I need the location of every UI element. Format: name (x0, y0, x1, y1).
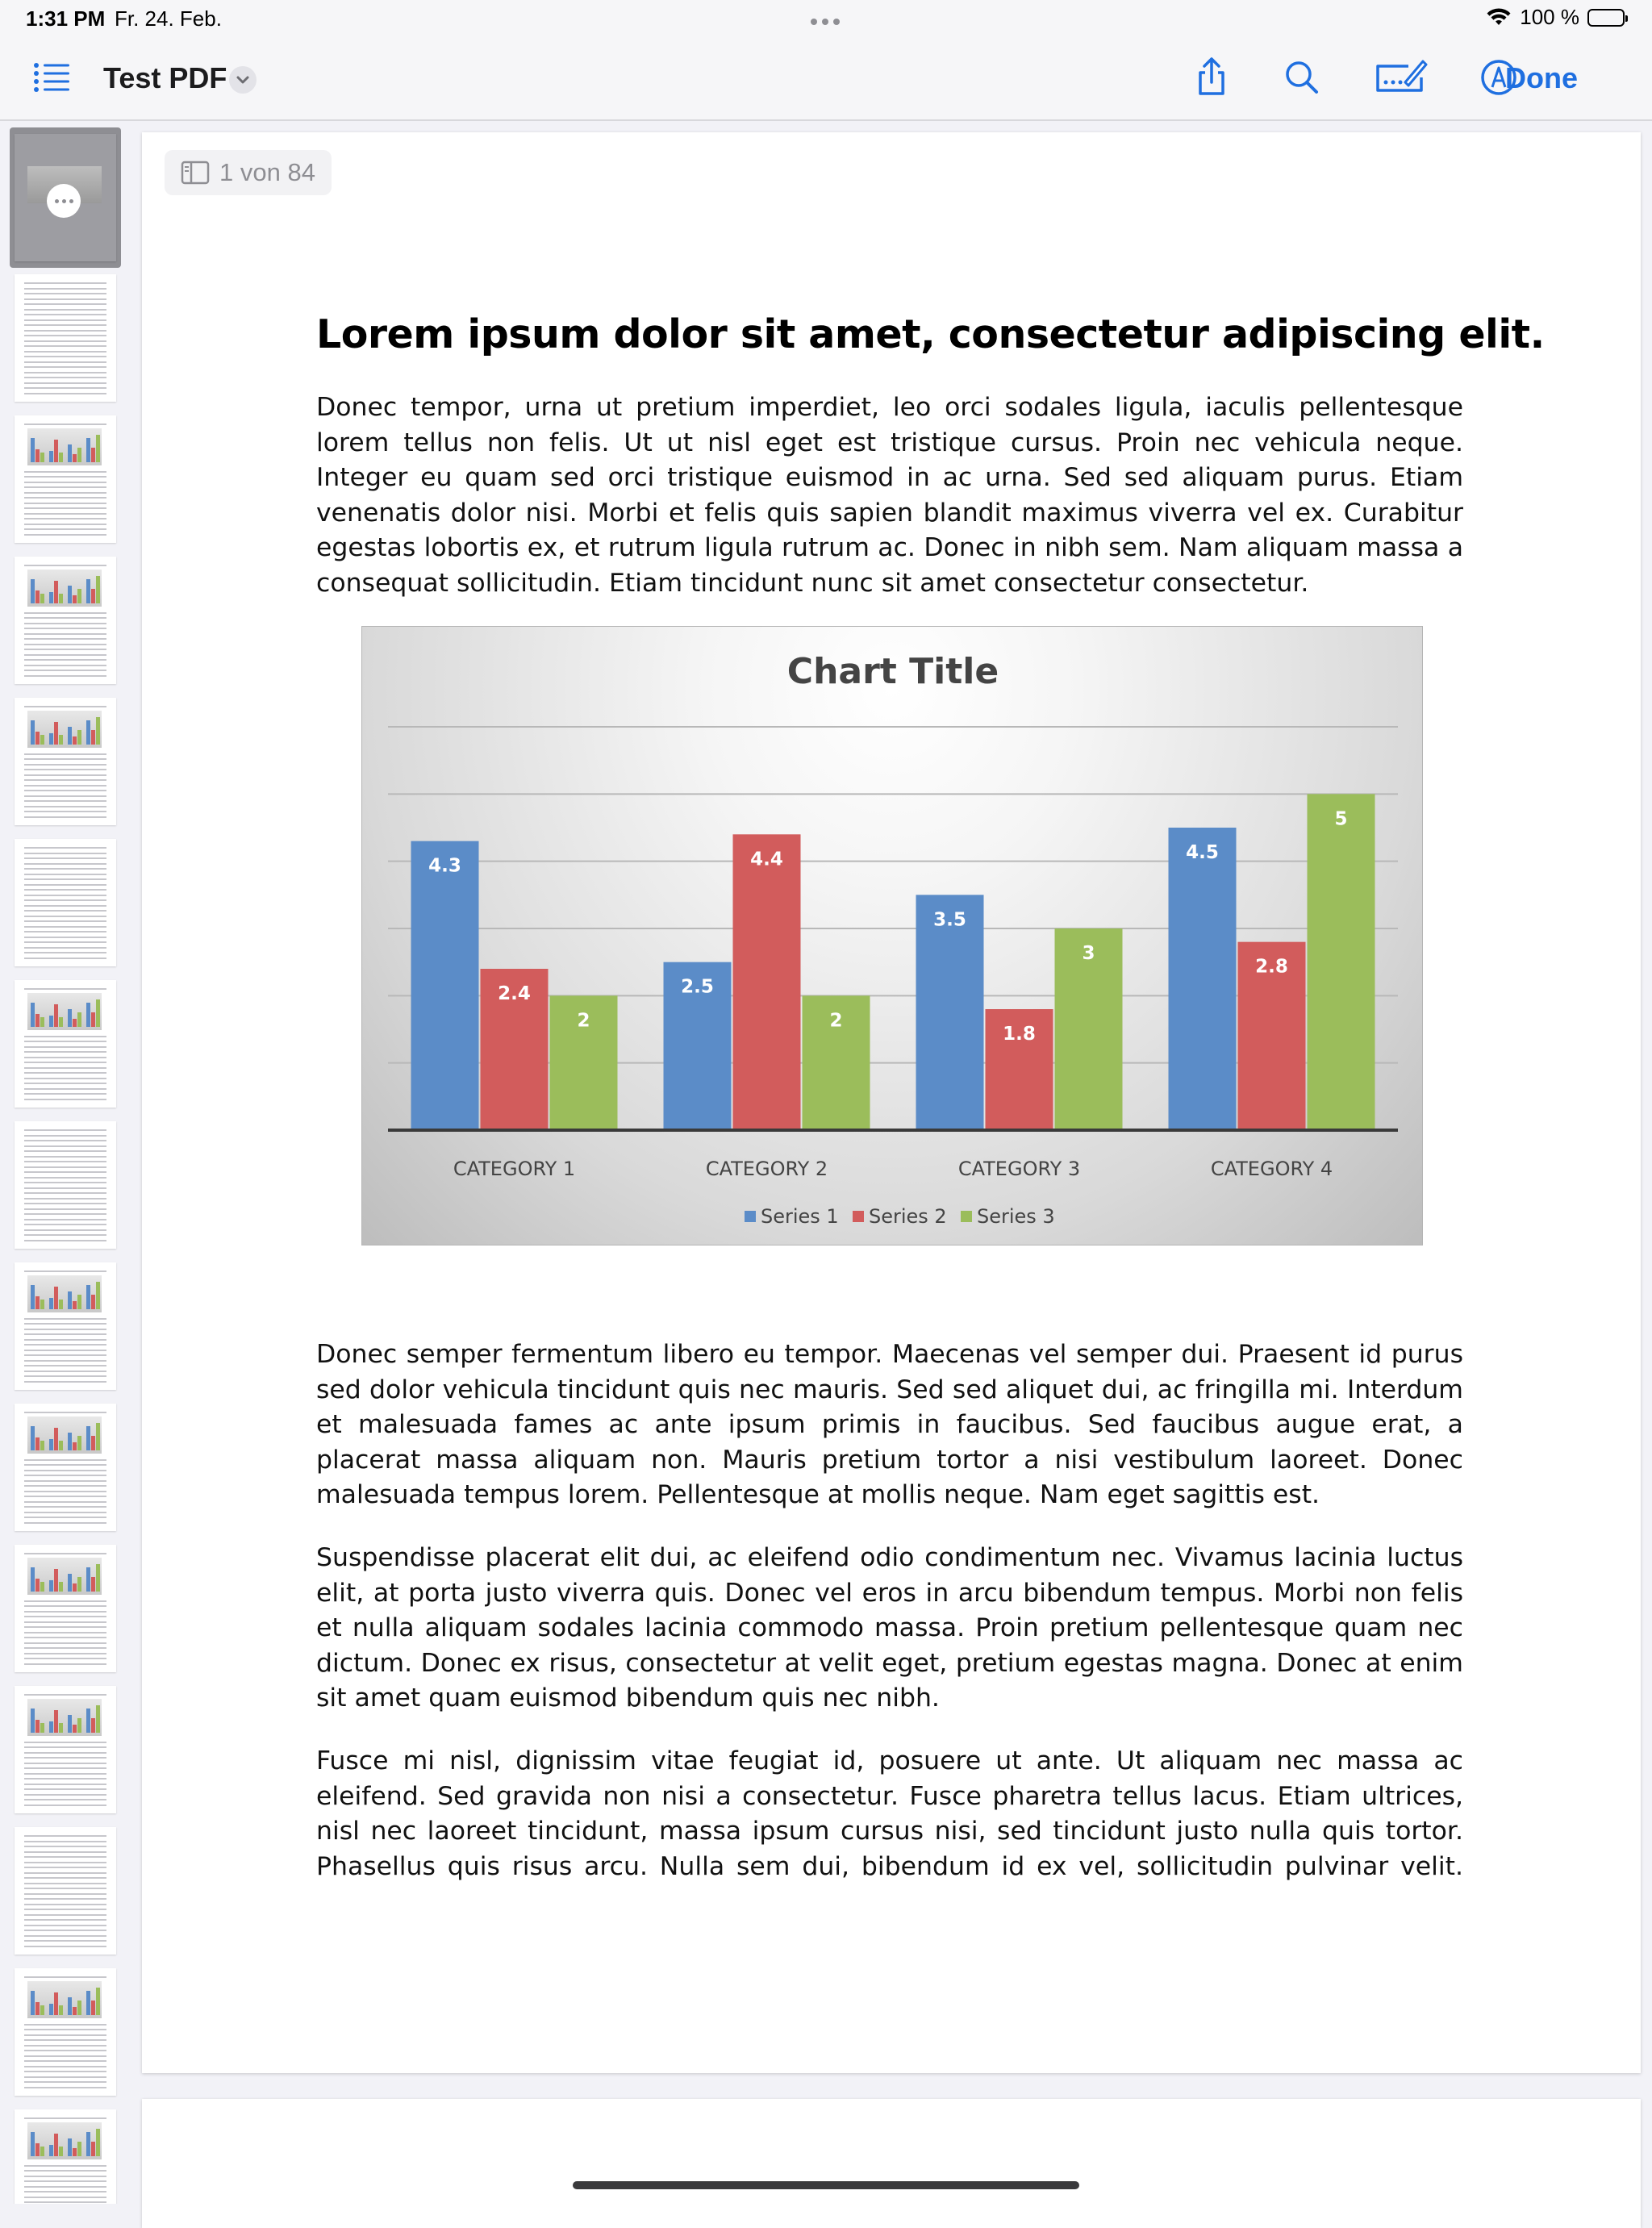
sidebar-layout-icon (181, 161, 210, 185)
page-thumbnail[interactable] (15, 1121, 116, 1249)
list-icon[interactable] (32, 60, 71, 95)
done-button[interactable]: Done (1505, 61, 1578, 95)
data-label: 2 (577, 1010, 590, 1031)
page-thumbnails-sidebar[interactable] (0, 121, 134, 2204)
data-label: 2.4 (498, 983, 531, 1004)
battery-icon (1587, 8, 1628, 27)
bar (732, 834, 801, 1130)
category-label: CATEGORY 1 (453, 1158, 575, 1180)
category-label: CATEGORY 4 (1211, 1158, 1333, 1180)
page-thumbnail[interactable] (15, 2109, 116, 2204)
status-time: 1:31 PM (26, 6, 106, 31)
data-label: 4.4 (750, 849, 783, 870)
form-fill-icon[interactable] (1373, 55, 1428, 100)
page-indicator[interactable]: 1 von 84 (165, 150, 332, 195)
legend-label: Series 1 (761, 1205, 839, 1228)
thumbnail-page-1-selected[interactable] (10, 127, 121, 268)
page-thumbnail[interactable] (15, 839, 116, 966)
legend-swatch (853, 1211, 864, 1222)
bar-chart: Chart Title 4.3 2.4 2 CATEGORY 1 2.5 4.4 2 CATEG… (361, 626, 1423, 1245)
paragraph-3: Suspendisse placerat elit dui, ac eleife… (316, 1543, 1463, 1713)
pdf-page-2[interactable] (142, 2099, 1641, 2228)
data-label: 2 (829, 1010, 842, 1031)
legend-label: Series 3 (977, 1205, 1055, 1228)
wifi-icon (1487, 7, 1511, 25)
chart-title: Chart Title (787, 651, 999, 692)
status-indicators: 100 % (1486, 5, 1628, 30)
data-label: 3 (1082, 943, 1095, 964)
data-label: 5 (1334, 808, 1347, 829)
data-label: 2.8 (1255, 957, 1288, 978)
chart-canvas: Chart Title 4.3 2.4 2 CATEGORY 1 2.5 4.4 2 CATEG… (388, 651, 1398, 1228)
page-indicator-label: 1 von 84 (219, 158, 315, 186)
page-thumbnail[interactable] (15, 1968, 116, 2096)
pdf-page-1[interactable]: 1 von 84 Lorem ipsum dolor sit amet, con… (142, 132, 1641, 2073)
document-title[interactable]: Test PDF (103, 61, 227, 95)
share-icon[interactable] (1189, 55, 1234, 100)
category-label: CATEGORY 2 (706, 1158, 828, 1180)
legend-label: Series 2 (869, 1205, 947, 1228)
data-label: 1.8 (1003, 1024, 1036, 1045)
page-thumbnail[interactable] (15, 698, 116, 825)
data-label: 2.5 (681, 977, 714, 998)
data-label: 4.3 (428, 856, 461, 877)
page-thumbnail[interactable] (15, 980, 116, 1108)
legend-swatch (961, 1211, 972, 1222)
status-bar: 1:31 PM Fr. 24. Feb. 100 % (0, 0, 1652, 37)
page-thumbnail[interactable] (15, 1827, 116, 1955)
chevron-down-icon[interactable] (229, 66, 257, 94)
status-date: Fr. 24. Feb. (115, 6, 222, 31)
home-indicator[interactable] (573, 2181, 1079, 2189)
legend-swatch (745, 1211, 756, 1222)
more-options-icon[interactable] (47, 184, 81, 218)
page-thumbnail[interactable] (15, 557, 116, 684)
page-thumbnail[interactable] (15, 274, 116, 402)
multitasking-dots-icon[interactable] (808, 15, 842, 29)
document-heading: Lorem ipsum dolor sit amet, consectetur … (316, 311, 1545, 357)
search-icon[interactable] (1279, 55, 1325, 100)
paragraph-1: Donec tempor, urna ut pretium imperdiet,… (316, 393, 1463, 598)
data-label: 4.5 (1186, 842, 1219, 863)
page-thumbnail[interactable] (15, 1262, 116, 1390)
bar (411, 841, 479, 1130)
navigation-bar: Test PDF Done (0, 37, 1652, 121)
battery-percent: 100 % (1520, 5, 1579, 29)
paragraph-4: Fusce mi nisl, dignissim vitae feugiat i… (316, 1746, 1463, 1881)
page-thumbnail[interactable] (15, 1404, 116, 1531)
data-label: 3.5 (933, 909, 966, 930)
page-thumbnail[interactable] (15, 1686, 116, 1813)
paragraph-2: Donec semper fermentum libero eu tempor.… (316, 1340, 1463, 1509)
page-thumbnail[interactable] (15, 1545, 116, 1672)
page-thumbnail[interactable] (15, 415, 116, 543)
bar (1307, 794, 1375, 1130)
bar (1168, 828, 1237, 1130)
category-label: CATEGORY 3 (958, 1158, 1080, 1180)
